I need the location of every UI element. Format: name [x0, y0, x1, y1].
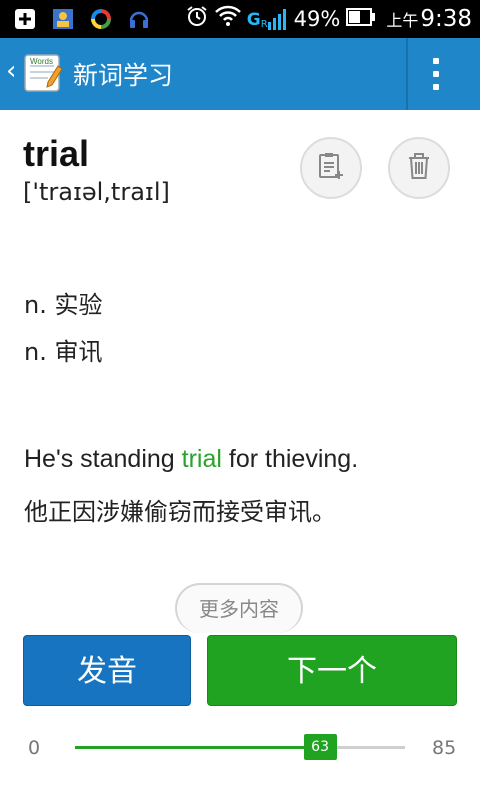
cell-signal-icon: G R	[247, 8, 288, 30]
battery-percent: 49%	[293, 7, 341, 31]
add-note-button[interactable]	[300, 137, 362, 199]
progress-fill	[75, 746, 320, 749]
pronounce-button[interactable]: 发音	[23, 635, 191, 706]
example-highlight-word: trial	[181, 445, 222, 473]
example-sentence-cn: 他正因涉嫌偷窃而接受审讯。	[24, 498, 336, 526]
example-text-before: He's standing	[24, 445, 182, 473]
progress-min-label: 0	[28, 737, 41, 759]
title-bar: ‹ Words 新词学习	[0, 38, 480, 110]
sync-app-icon	[88, 6, 114, 32]
roaming-label: R	[260, 19, 268, 30]
page-title: 新词学习	[73, 61, 174, 90]
time-prefix: 上午	[386, 11, 419, 30]
next-word-button[interactable]: 下一个	[207, 635, 457, 706]
notification-add-icon	[12, 6, 38, 32]
headset-icon	[126, 6, 152, 32]
clock-time: 9:38	[420, 6, 472, 32]
status-bar: G R 49% 上午 9:38	[0, 0, 480, 38]
meaning-line: n. 审讯	[24, 338, 103, 366]
word-phonetic: ['traɪəl,traɪl]	[23, 178, 170, 206]
alarm-icon	[185, 4, 209, 34]
wifi-icon	[214, 5, 241, 33]
trash-icon	[405, 151, 433, 185]
status-notification-icons	[12, 6, 152, 32]
overflow-menu-icon[interactable]	[430, 58, 442, 90]
delete-button[interactable]	[388, 137, 450, 199]
status-system-icons: G R 49% 上午 9:38	[185, 0, 472, 38]
progress-max-label: 85	[432, 737, 457, 759]
more-content-button[interactable]: 更多内容	[175, 583, 303, 633]
notebook-icon[interactable]: Words	[22, 52, 64, 94]
network-type-label: G	[246, 10, 261, 30]
progress-thumb[interactable]: 63	[303, 734, 337, 760]
progress-slider[interactable]: 63	[75, 734, 405, 760]
example-sentence-en: He's standing trial for thieving.	[24, 445, 358, 474]
meaning-line: n. 实验	[24, 291, 103, 319]
title-divider	[406, 38, 408, 110]
svg-text:Words: Words	[30, 57, 53, 66]
word-title: trial	[23, 133, 90, 174]
chevron-left-icon[interactable]: ‹	[6, 56, 16, 86]
contact-icon	[50, 6, 76, 32]
note-add-icon	[316, 151, 346, 185]
example-text-after: for thieving.	[221, 445, 359, 473]
battery-icon	[346, 7, 376, 32]
